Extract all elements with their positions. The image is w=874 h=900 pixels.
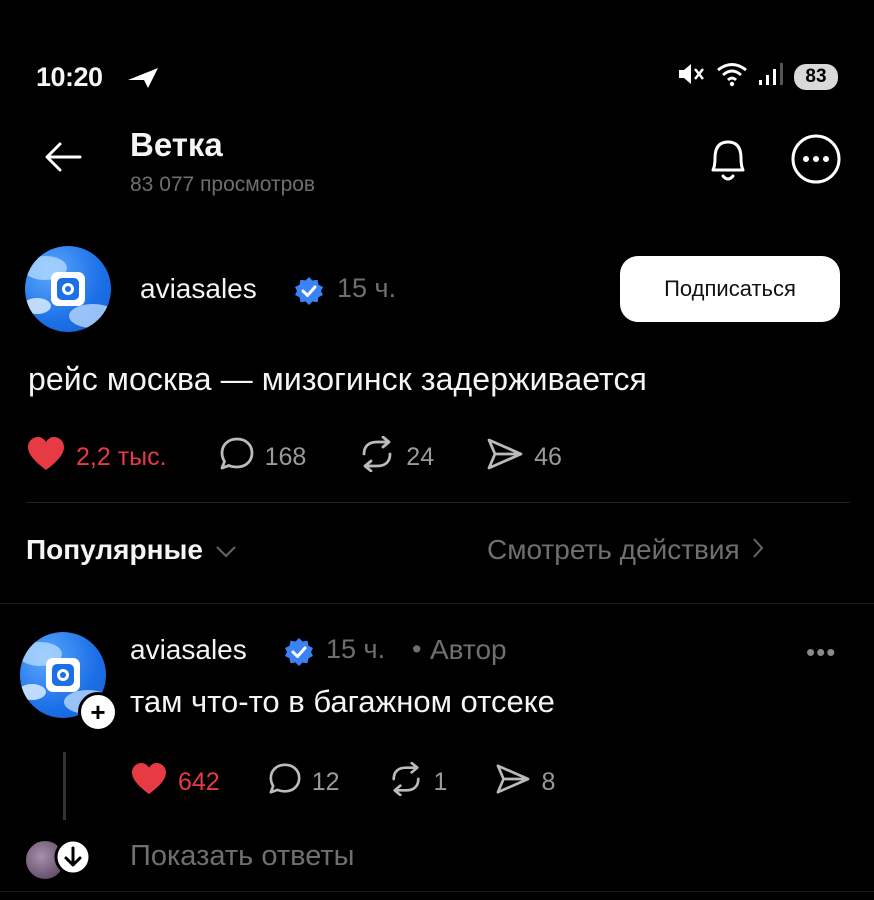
subscribe-button[interactable]: Подписаться	[620, 256, 840, 322]
status-time: 10:20	[36, 62, 103, 92]
verified-badge-icon	[284, 637, 314, 672]
more-circle-icon[interactable]	[789, 132, 843, 191]
reply-more-button[interactable]: •••	[806, 637, 836, 668]
reply-time: 15 ч.	[326, 634, 386, 664]
battery-icon: 83	[794, 63, 838, 90]
expand-down-icon	[54, 838, 92, 881]
comment-button[interactable]: 12	[268, 762, 340, 803]
post-text: рейс москва — мизогинск задерживается	[28, 361, 647, 397]
status-icons: 83	[676, 61, 838, 92]
share-button[interactable]: 46	[486, 436, 562, 479]
view-count: 83 077 просмотров	[130, 173, 316, 196]
post-actions: 2,2 тыс. 168 24 46	[26, 435, 562, 479]
wifi-icon	[716, 61, 748, 92]
reply-text: там что-то в багажном отсеке	[130, 684, 555, 719]
back-arrow-icon[interactable]	[44, 140, 82, 179]
sort-dropdown[interactable]: Популярные	[26, 534, 237, 566]
like-button[interactable]: 642	[130, 762, 220, 803]
repost-button[interactable]: 24	[358, 435, 435, 479]
divider	[26, 502, 850, 503]
repost-count: 24	[406, 443, 435, 471]
send-icon	[486, 436, 524, 479]
like-count: 2,2 тыс.	[76, 443, 167, 471]
repost-button[interactable]: 1	[388, 761, 448, 803]
share-button[interactable]: 8	[495, 762, 555, 803]
separator-dot: •	[412, 634, 422, 664]
like-count: 642	[178, 768, 220, 796]
like-button[interactable]: 2,2 тыс.	[26, 436, 167, 479]
post-time: 15 ч.	[337, 273, 397, 303]
reply-avatars	[24, 838, 92, 881]
sort-label: Популярные	[26, 534, 203, 565]
comment-count: 12	[311, 768, 340, 796]
share-count: 46	[534, 443, 562, 471]
reply-author-name[interactable]: aviasales	[130, 634, 247, 666]
heart-icon	[26, 436, 66, 479]
repost-count: 1	[433, 768, 448, 796]
chevron-right-icon	[752, 534, 764, 566]
view-actions-link[interactable]: Смотреть действия	[487, 534, 764, 566]
repost-icon	[388, 761, 424, 803]
comment-icon	[219, 436, 255, 479]
page-title: Ветка	[130, 126, 223, 163]
chevron-down-icon	[215, 534, 237, 566]
avatar[interactable]	[25, 246, 111, 332]
location-arrow-icon	[126, 64, 162, 95]
repost-icon	[358, 435, 396, 479]
author-tag: Автор	[430, 634, 507, 665]
send-icon	[495, 762, 531, 803]
comment-button[interactable]: 168	[219, 436, 307, 479]
follow-plus-icon[interactable]: +	[78, 692, 118, 732]
comment-icon	[268, 762, 302, 803]
divider	[0, 603, 874, 604]
thread-line	[63, 752, 66, 820]
comment-count: 168	[264, 443, 307, 471]
verified-badge-icon	[294, 276, 324, 311]
divider	[0, 891, 874, 892]
show-replies-link[interactable]: Показать ответы	[130, 840, 354, 873]
view-actions-label: Смотреть действия	[487, 534, 740, 565]
share-count: 8	[541, 768, 556, 796]
signal-icon	[758, 62, 784, 91]
heart-icon	[130, 762, 168, 803]
mute-icon	[676, 61, 706, 92]
post-author-name[interactable]: aviasales	[140, 273, 257, 305]
bell-icon[interactable]	[703, 132, 753, 191]
reply-actions: 642 12 1 8	[130, 761, 555, 803]
